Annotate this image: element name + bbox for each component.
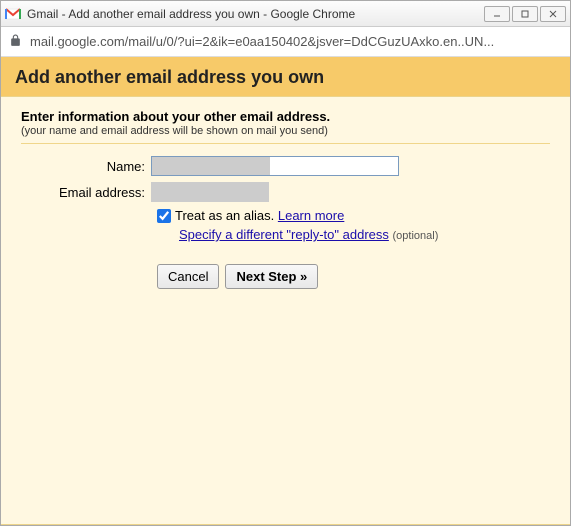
reply-to-optional: (optional)	[393, 230, 439, 242]
header-band: Add another email address you own	[1, 57, 570, 96]
page-heading: Add another email address you own	[15, 67, 556, 88]
minimize-button[interactable]	[484, 6, 510, 22]
reply-to-row: Specify a different "reply-to" address (…	[179, 227, 550, 242]
titlebar: Gmail - Add another email address you ow…	[1, 1, 570, 27]
alias-label: Treat as an alias.	[175, 208, 274, 223]
body-panel: Enter information about your other email…	[1, 96, 570, 525]
reply-to-link[interactable]: Specify a different "reply-to" address	[179, 227, 389, 242]
maximize-button[interactable]	[512, 6, 538, 22]
email-label: Email address:	[21, 185, 151, 200]
name-row: Name:	[21, 156, 550, 176]
alias-row: Treat as an alias. Learn more	[157, 208, 550, 223]
intro-section: Enter information about your other email…	[21, 109, 550, 144]
next-step-button[interactable]: Next Step »	[225, 264, 318, 289]
window-controls	[484, 6, 566, 22]
close-button[interactable]	[540, 6, 566, 22]
name-label: Name:	[21, 159, 151, 174]
intro-lead: Enter information about your other email…	[21, 109, 550, 124]
learn-more-link[interactable]: Learn more	[278, 208, 344, 223]
button-row: Cancel Next Step »	[157, 264, 550, 289]
chrome-window: Gmail - Add another email address you ow…	[0, 0, 571, 526]
window-title: Gmail - Add another email address you ow…	[27, 7, 484, 21]
gmail-favicon-icon	[5, 6, 21, 22]
lock-icon	[9, 34, 22, 50]
url-text: mail.google.com/mail/u/0/?ui=2&ik=e0aa15…	[30, 34, 494, 49]
cancel-button[interactable]: Cancel	[157, 264, 219, 289]
address-bar[interactable]: mail.google.com/mail/u/0/?ui=2&ik=e0aa15…	[1, 27, 570, 57]
name-input[interactable]	[151, 156, 399, 176]
intro-sub: (your name and email address will be sho…	[21, 125, 550, 137]
email-row: Email address:	[21, 182, 550, 202]
email-input[interactable]	[151, 182, 269, 202]
alias-checkbox[interactable]	[157, 209, 171, 223]
page-content: Add another email address you own Enter …	[1, 57, 570, 525]
